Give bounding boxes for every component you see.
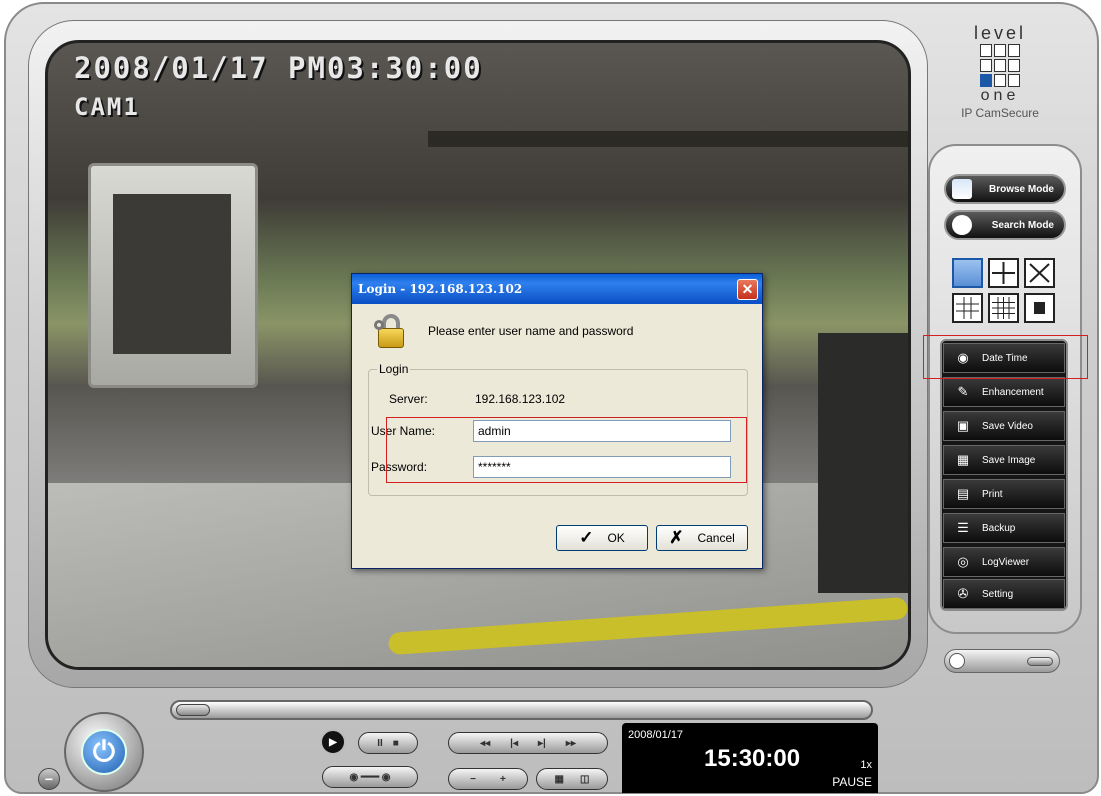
brand-subtitle: IP CamSecure xyxy=(961,106,1039,120)
scene-device xyxy=(818,333,908,593)
enhancement-button[interactable]: ✎ Enhancement xyxy=(943,377,1065,407)
server-label: Server: xyxy=(389,392,428,406)
speaker-icon xyxy=(949,653,965,669)
layout-selector xyxy=(952,258,1056,326)
rewind-icon[interactable]: ◂◂ xyxy=(480,738,490,749)
folder-icon xyxy=(952,179,972,199)
x-mark-icon: ✗ xyxy=(669,528,684,547)
server-value: 192.168.123.102 xyxy=(475,392,566,406)
pause-icon[interactable]: II xyxy=(377,738,383,749)
play-icon: ▶ xyxy=(329,736,337,748)
fit-view-icon[interactable] xyxy=(1024,293,1055,323)
grid-toggle-icon[interactable]: ▦ xyxy=(555,774,564,785)
credentials-highlight xyxy=(386,417,747,483)
quad-view-icon[interactable] xyxy=(988,258,1019,288)
status-mode: PAUSE xyxy=(832,775,872,789)
date-time-highlight xyxy=(923,335,1088,379)
logviewer-button[interactable]: ◎ LogViewer xyxy=(943,547,1065,577)
zoom-slider-track: ◉ ━━━ ◉ xyxy=(349,771,391,783)
dialog-titlebar[interactable]: Login - 192.168.123.102 ✕ xyxy=(352,274,762,304)
osd-camera-label: CAM1 xyxy=(74,93,140,121)
print-label: Print xyxy=(982,488,1003,500)
scene-shelf xyxy=(428,131,908,147)
power-button[interactable]: ⏻ xyxy=(64,712,144,792)
power-icon: ⏻ xyxy=(81,729,127,775)
backup-icon: ☰ xyxy=(957,520,969,535)
scene-monitor xyxy=(88,163,258,388)
lock-key-icon xyxy=(374,314,406,348)
pencil-icon: ✎ xyxy=(957,384,969,399)
save-image-label: Save Image xyxy=(982,454,1036,466)
view-mode-controls: ▦ ◫ xyxy=(536,768,608,790)
stop-icon[interactable]: ■ xyxy=(393,738,399,749)
close-icon[interactable]: ✕ xyxy=(737,278,758,300)
cancel-button[interactable]: ✗ Cancel xyxy=(656,525,748,551)
dialog-message-row: Please enter user name and password xyxy=(374,314,633,348)
timeline-thumb[interactable] xyxy=(176,704,210,716)
browse-mode-button[interactable]: Browse Mode xyxy=(944,174,1066,204)
eye-icon: ◎ xyxy=(957,554,969,569)
playback-timeline[interactable] xyxy=(170,700,873,720)
volume-thumb[interactable] xyxy=(1027,657,1053,666)
save-video-button[interactable]: ▣ Save Video xyxy=(943,411,1065,441)
single-view-icon[interactable] xyxy=(952,258,983,288)
ok-button[interactable]: ✓ OK xyxy=(556,525,648,551)
volume-slider[interactable] xyxy=(944,649,1060,673)
osd-timestamp: 2008/01/17 PM03:30:00 xyxy=(74,51,483,85)
backup-label: Backup xyxy=(982,522,1016,534)
save-image-button[interactable]: ▦ Save Image xyxy=(943,445,1065,475)
dialog-title: Login - 192.168.123.102 xyxy=(358,282,523,296)
seek-controls: ◂◂ |◂ ▸| ▸▸ xyxy=(448,732,608,754)
setting-label: Setting xyxy=(982,588,1014,600)
fullscreen-icon[interactable] xyxy=(1024,258,1055,288)
status-speed: 1x xyxy=(860,759,872,771)
brand-grid-icon xyxy=(980,44,1020,88)
search-mode-button[interactable]: Search Mode xyxy=(944,210,1066,240)
groupbox-label: Login xyxy=(377,362,411,376)
printer-icon: ▤ xyxy=(956,486,970,501)
speed-down-icon[interactable]: − xyxy=(470,774,476,785)
dialog-message: Please enter user name and password xyxy=(428,324,634,338)
fast-forward-icon[interactable]: ▸▸ xyxy=(566,738,576,749)
snapshot-icon[interactable]: ◫ xyxy=(580,774,589,785)
zoom-slider[interactable]: ◉ ━━━ ◉ xyxy=(322,766,418,788)
browse-mode-label: Browse Mode xyxy=(988,183,1054,195)
print-button[interactable]: ▤ Print xyxy=(943,479,1065,509)
logviewer-label: LogViewer xyxy=(982,556,1030,568)
brand-top-text: level xyxy=(973,23,1027,43)
backup-button[interactable]: ☰ Backup xyxy=(943,513,1065,543)
minus-icon: − xyxy=(44,771,54,787)
save-video-icon: ▣ xyxy=(956,418,970,433)
brand-bottom-text: one xyxy=(980,87,1020,104)
sixteen-view-icon[interactable] xyxy=(988,293,1019,323)
status-date: 2008/01/17 xyxy=(628,729,684,741)
cancel-label: Cancel xyxy=(697,531,735,545)
search-person-icon xyxy=(952,215,972,235)
previous-frame-icon[interactable]: |◂ xyxy=(510,738,518,749)
speed-up-icon[interactable]: + xyxy=(500,774,506,785)
status-time: 15:30:00 xyxy=(704,745,801,772)
wrench-icon: ✇ xyxy=(957,586,969,601)
brand-logo: level one IP CamSecure xyxy=(930,24,1070,144)
search-mode-label: Search Mode xyxy=(991,219,1054,231)
pause-stop-group: II ■ xyxy=(358,732,418,754)
play-button[interactable]: ▶ xyxy=(320,729,346,755)
enhancement-label: Enhancement xyxy=(982,386,1044,398)
next-frame-icon[interactable]: ▸| xyxy=(538,738,546,749)
ok-label: OK xyxy=(607,531,625,545)
save-image-icon: ▦ xyxy=(956,452,970,467)
setting-button[interactable]: ✇ Setting xyxy=(943,579,1065,609)
nine-view-icon[interactable] xyxy=(952,293,983,323)
minimize-button[interactable]: − xyxy=(38,768,60,790)
server-row: Server: 192.168.123.102 xyxy=(389,392,565,406)
playback-status-display: 2008/01/17 15:30:00 1x PAUSE xyxy=(622,723,878,793)
save-video-label: Save Video xyxy=(982,420,1033,432)
speed-controls: − + xyxy=(448,768,528,790)
checkmark-icon: ✓ xyxy=(579,528,594,547)
